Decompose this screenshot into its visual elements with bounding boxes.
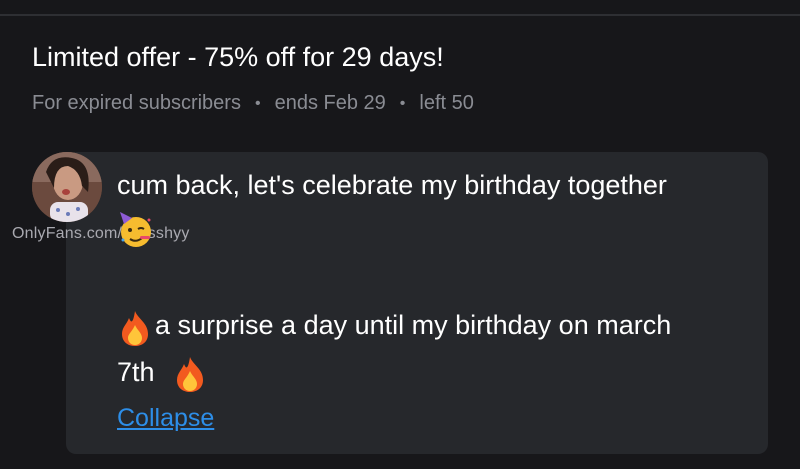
top-divider [0,14,800,16]
offer-audience: For expired subscribers [32,92,241,114]
message-line-3: 7th [117,357,155,387]
offer-ends: ends Feb 29 [274,92,386,114]
message-line-1: cum back, let's celebrate my birthday to… [117,170,667,200]
watermark: OnlyFans.com/cassshyy [12,225,190,242]
avatar[interactable] [32,152,102,222]
offer-left: left 50 [419,92,474,114]
offer-meta: For expired subscribers • ends Feb 29 • … [32,92,474,115]
avatar-image [32,152,102,222]
fire-icon [118,309,152,352]
collapse-link[interactable]: Collapse [117,404,214,433]
message-line-2: a surprise a day until my birthday on ma… [155,310,672,340]
offer-title: Limited offer - 75% off for 29 days! [32,42,444,72]
meta-separator: • [254,94,261,112]
fire-icon [173,355,207,398]
partying-face-icon [116,210,156,255]
meta-separator: • [399,94,406,112]
